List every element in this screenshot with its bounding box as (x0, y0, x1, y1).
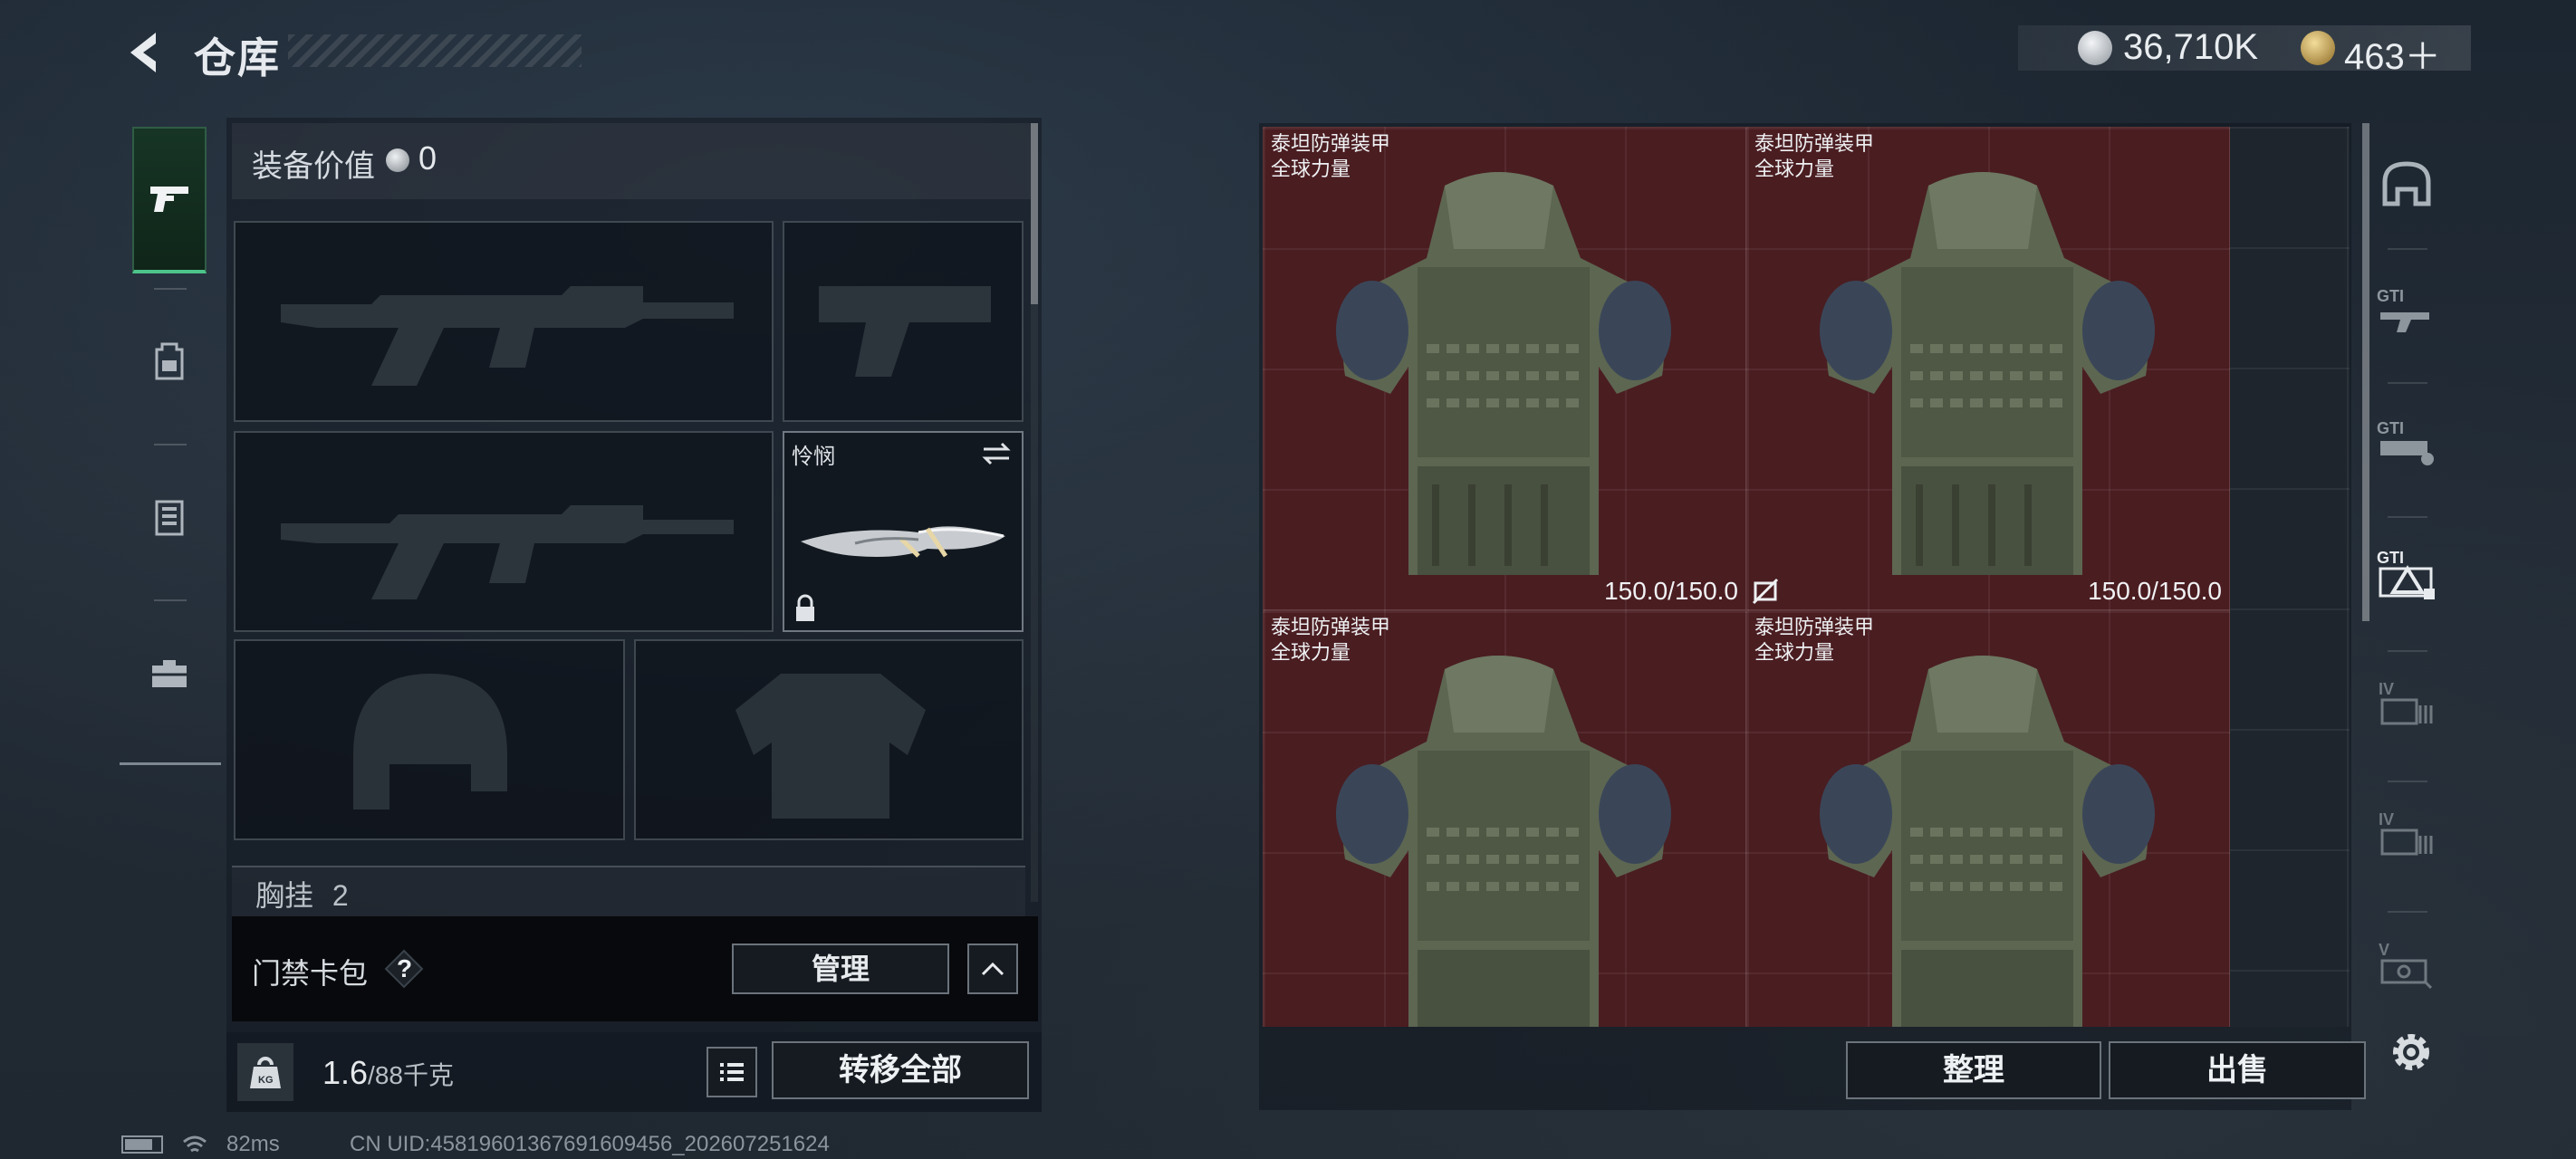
battery-icon (121, 1135, 163, 1154)
tab-chest-rig[interactable] (132, 444, 207, 590)
swap-icon[interactable] (980, 440, 1013, 467)
storage-iv-2-icon: IV (2379, 810, 2433, 856)
weight-limit: /88千克 (368, 1061, 454, 1089)
equipment-value-label: 装备价值 (252, 149, 375, 184)
sell-button[interactable]: 出售 (2109, 1041, 2366, 1099)
chevron-up-icon (981, 962, 1004, 976)
knife-image (801, 526, 1005, 558)
storage-grid[interactable]: 泰坦防弹装甲 全球力量 150.0/150.0 泰坦防弹装甲 全球力量 150.… (1263, 127, 2350, 1027)
help-icon[interactable]: ? (384, 949, 424, 989)
body-armor-image (1336, 656, 1671, 1027)
helmet-storage-icon (2382, 161, 2431, 206)
storage-item[interactable]: 泰坦防弹装甲 全球力量 (1263, 610, 1746, 1027)
no-repair-icon (1752, 578, 1779, 605)
storage-tab-gti-1[interactable]: GTI (2375, 277, 2438, 340)
weight-readout: 1.6/88千克 (322, 1054, 454, 1092)
silver-coin-icon (386, 148, 409, 172)
silver-coin-amount: 36,710K (2123, 27, 2259, 67)
backpack-icon (155, 342, 184, 380)
transfer-all-button[interactable]: 转移全部 (772, 1041, 1029, 1099)
storage-gti-3-icon: GTI (2377, 549, 2435, 599)
body-armor-image (1820, 172, 2155, 575)
storage-tabs: GTI GTI GTI IV IV V (2362, 123, 2449, 1029)
pistol-icon (150, 187, 188, 212)
storage-tab-gti-3[interactable]: GTI (2375, 541, 2438, 605)
tab-weapons[interactable] (132, 127, 207, 273)
lock-icon (796, 594, 814, 621)
list-icon (720, 1063, 744, 1081)
storage-tab-gti-2[interactable]: GTI (2375, 409, 2438, 473)
settings-button[interactable] (2382, 1023, 2440, 1081)
help-mark: ? (397, 954, 413, 982)
pistol-placeholder-icon (819, 286, 991, 377)
equipment-category-tabs (120, 116, 221, 765)
sidearm-slot[interactable] (783, 221, 1024, 422)
uid-readout: CN UID:4581960136769160945​6_20260725162… (350, 1132, 830, 1156)
list-view-button[interactable] (706, 1047, 757, 1097)
rig-icon (155, 500, 184, 536)
gold-coin-icon (2301, 31, 2335, 65)
gold-coin-amount[interactable]: 463＋ (2344, 27, 2441, 80)
case-icon (152, 660, 187, 687)
wifi-icon (183, 1135, 207, 1153)
back-arrow-icon (130, 33, 156, 72)
chest-rig-count: 2 (332, 879, 349, 912)
equipment-scrollbar-thumb[interactable] (1031, 123, 1038, 304)
collapse-button[interactable] (967, 943, 1018, 994)
body-armor-image (1820, 656, 2155, 1027)
armor-placeholder-icon (735, 674, 926, 819)
storage-gti-2-icon: GTI (2377, 419, 2434, 465)
sort-button[interactable]: 整理 (1846, 1041, 2101, 1099)
manage-button[interactable]: 管理 (732, 943, 949, 994)
title-decoration (288, 34, 582, 67)
storage-tab-v[interactable]: V (2375, 931, 2438, 994)
page-title: 仓库 (194, 34, 281, 81)
weight-icon: KG (237, 1043, 293, 1101)
item-durability: 150.0/150.0 (2088, 577, 2222, 605)
storage-tab-iv-1[interactable]: IV (2375, 670, 2438, 733)
storage-item[interactable]: 泰坦防弹装甲 全球力量 150.0/150.0 (1263, 127, 1746, 610)
melee-item-name: 怜悯 (792, 445, 835, 469)
rifle-placeholder-icon (281, 286, 734, 386)
melee-slot[interactable]: 怜悯 (783, 431, 1024, 632)
equipment-value: 0 (418, 139, 437, 177)
primary-weapon-slot[interactable] (234, 221, 774, 422)
storage-item[interactable]: 泰坦防弹装甲 全球力量 150.0/150.0 (1746, 127, 2230, 610)
iv-label: IV (2379, 810, 2394, 829)
v-label: V (2379, 941, 2389, 959)
tab-secure-case[interactable] (132, 599, 207, 746)
chest-rig-label-text: 胸挂 (255, 879, 314, 912)
weight-current: 1.6 (322, 1054, 369, 1091)
gti-label: GTI (2377, 419, 2404, 437)
storage-v-icon: V (2379, 941, 2433, 990)
iv-label: IV (2379, 680, 2394, 698)
svg-text:KG: KG (258, 1075, 274, 1086)
gti-label: GTI (2377, 549, 2404, 567)
helmet-slot[interactable] (234, 639, 625, 840)
storage-iv-1-icon: IV (2379, 680, 2433, 725)
chest-rig-row[interactable] (232, 866, 1025, 922)
helmet-placeholder-icon (353, 674, 507, 809)
gear-icon (2393, 1034, 2429, 1070)
body-armor-image (1336, 172, 1671, 575)
secondary-weapon-slot[interactable] (234, 431, 774, 632)
chest-rig-label: 胸挂 2 (255, 873, 349, 915)
storage-tab-helmets[interactable] (2375, 154, 2438, 217)
storage-tab-iv-2[interactable]: IV (2375, 800, 2438, 864)
storage-gti-1-icon: GTI (2377, 287, 2429, 332)
back-button[interactable] (120, 25, 167, 80)
gti-label: GTI (2377, 287, 2404, 305)
item-durability: 150.0/150.0 (1604, 577, 1738, 605)
keycard-label: 门禁卡包 (252, 957, 369, 990)
body-armor-slot[interactable] (634, 639, 1024, 840)
silver-coin-icon (2078, 31, 2112, 65)
tab-backpack[interactable] (132, 288, 207, 435)
kettlebell-icon: KG (250, 1057, 281, 1088)
rifle-placeholder-icon (281, 505, 734, 599)
storage-item[interactable]: 泰坦防弹装甲 全球力量 (1746, 610, 2230, 1027)
ping-readout: 82ms (226, 1132, 280, 1156)
